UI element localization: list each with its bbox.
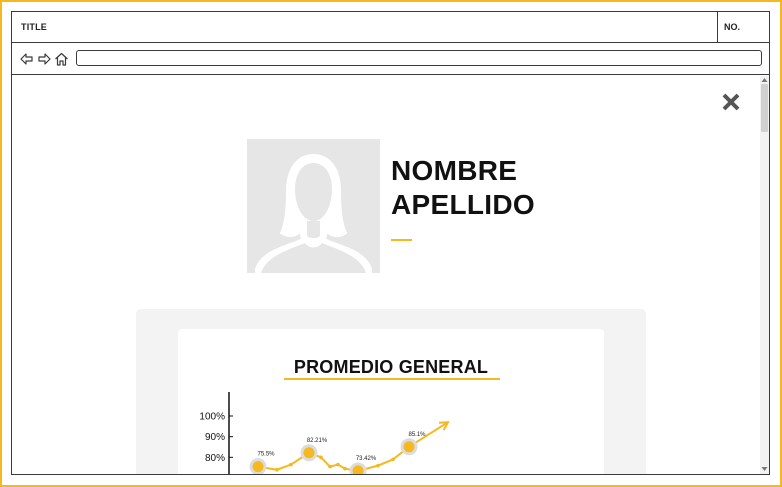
- data-label: 75.5%: [257, 452, 275, 458]
- user-silhouette-icon: [255, 153, 372, 273]
- scroll-up-icon[interactable]: [761, 77, 768, 83]
- vertical-scrollbar[interactable]: [760, 76, 769, 474]
- highlight-point: [403, 441, 415, 453]
- line-chart: 100% 90% 80% 70% 75.5% 82.21% 73.42% 85.1%: [199, 392, 450, 476]
- browser-window: TITLE NO. NOMBRE APELLIDO PROMEDIO GENER…: [11, 11, 770, 475]
- home-icon[interactable]: [54, 52, 68, 66]
- data-label: 85.1%: [408, 432, 426, 438]
- page-content: NOMBRE APELLIDO PROMEDIO GENERAL 100% 90%…: [12, 76, 769, 476]
- data-point: [391, 457, 395, 462]
- forward-arrow-icon[interactable]: [37, 52, 51, 66]
- data-label: 82.21%: [307, 438, 328, 444]
- data-point: [319, 455, 323, 460]
- data-point: [376, 463, 380, 468]
- first-name: NOMBRE: [391, 155, 518, 186]
- data-label: 73.42%: [356, 456, 377, 462]
- data-point: [336, 462, 340, 467]
- data-point: [275, 467, 279, 472]
- back-arrow-icon[interactable]: [20, 52, 34, 66]
- scroll-thumb[interactable]: [761, 84, 768, 132]
- scroll-down-icon[interactable]: [761, 466, 768, 472]
- y-tick-label: 70%: [205, 474, 225, 476]
- number-label: NO.: [724, 22, 741, 32]
- window-title: TITLE: [21, 22, 47, 32]
- profile-avatar: [247, 139, 380, 273]
- navigation-bar: [12, 43, 769, 75]
- y-tick-label: 90%: [205, 432, 225, 443]
- series-line: [257, 421, 449, 472]
- title-bar: TITLE NO.: [12, 12, 769, 43]
- y-tick-label: 80%: [205, 453, 225, 464]
- name-accent-line: [391, 239, 412, 241]
- y-tick-label: 100%: [199, 412, 225, 423]
- data-point: [343, 466, 347, 471]
- data-point: [328, 464, 332, 469]
- highlight-point: [252, 461, 264, 473]
- number-cell: NO.: [717, 12, 769, 42]
- chart-title: PROMEDIO GENERAL: [293, 357, 489, 377]
- close-icon[interactable]: [721, 92, 741, 112]
- data-point: [289, 462, 293, 467]
- highlight-point: [303, 447, 315, 459]
- last-name: APELLIDO: [391, 189, 535, 220]
- address-bar[interactable]: [76, 50, 762, 66]
- profile-name: NOMBRE APELLIDO: [391, 154, 535, 222]
